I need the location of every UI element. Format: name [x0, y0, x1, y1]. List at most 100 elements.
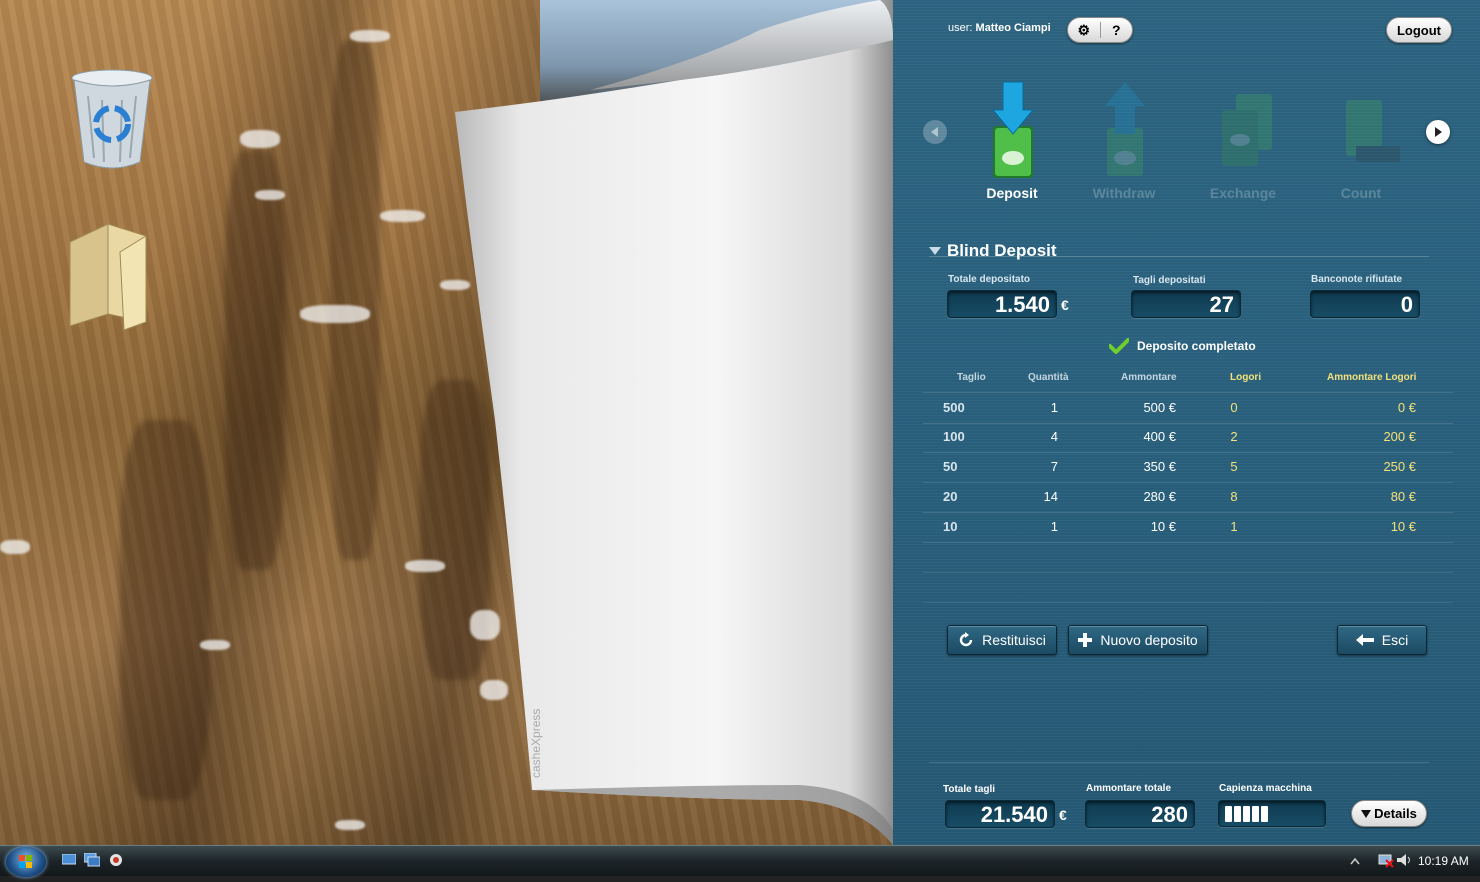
operation-label: Deposit	[986, 185, 1038, 201]
operation-deposit[interactable]: Deposit	[957, 80, 1067, 210]
capacity-bar-segment	[1225, 806, 1232, 822]
table-cell: 100	[943, 429, 965, 444]
triangle-down-icon	[1361, 809, 1372, 818]
table-row: 100 4 400 € 2 200 €	[923, 422, 1453, 453]
help-button[interactable]: ?	[1099, 22, 1133, 38]
help-icon: ?	[1111, 22, 1121, 38]
operation-exchange[interactable]: Exchange	[1188, 80, 1298, 210]
tagli-depositati-label: Tagli depositati	[1133, 275, 1206, 286]
table-cell: 2	[1230, 429, 1238, 444]
table-cell: 1	[1050, 400, 1058, 415]
tools-button-group: ⚙ ?	[1067, 17, 1133, 43]
currency-symbol: €	[1061, 297, 1069, 313]
taskbar: 10:19 AM	[0, 845, 1480, 877]
table-cell: 500 €	[1143, 400, 1176, 415]
table-cell: 10	[943, 519, 958, 534]
withdraw-icon	[1105, 82, 1145, 176]
tagli-depositati-value: 27	[1131, 290, 1241, 318]
capacity-bar-segment	[1243, 806, 1250, 822]
table-cell: 280 €	[1143, 489, 1176, 504]
exchange-icon	[1222, 94, 1272, 166]
recycle-bin-icon[interactable]	[70, 66, 154, 174]
esci-button[interactable]: Esci	[1337, 625, 1427, 655]
table-cell: 14	[1043, 489, 1058, 504]
count-icon	[1346, 100, 1400, 162]
table-cell: 400 €	[1143, 429, 1176, 444]
table-cell: 350 €	[1143, 459, 1176, 474]
switch-windows-icon[interactable]	[84, 853, 100, 867]
carousel-next-button[interactable]	[1426, 120, 1450, 144]
chevron-right-icon	[1435, 127, 1442, 137]
folder-icon[interactable]	[68, 222, 148, 334]
table-cell: 500	[943, 400, 965, 415]
start-button[interactable]	[6, 847, 46, 877]
refresh-icon	[959, 632, 973, 647]
app-launcher-icon[interactable]	[108, 852, 124, 868]
table-cell: 10 €	[1150, 519, 1176, 534]
totale-depositato-label: Totale depositato	[948, 274, 1031, 285]
details-label: Details	[1374, 806, 1417, 821]
table-cell: 5	[1230, 459, 1238, 474]
logout-button[interactable]: Logout	[1386, 17, 1452, 43]
table-row: 20 14 280 € 8 80 €	[923, 482, 1453, 513]
banconote-rifiutate-value: 0	[1310, 290, 1420, 318]
settings-button[interactable]: ⚙	[1068, 22, 1100, 39]
section-divider	[929, 256, 1429, 257]
deposit-icon	[991, 81, 1035, 178]
table-cell: 50	[943, 459, 958, 474]
operation-label: Withdraw	[1092, 185, 1156, 201]
gear-icon: ⚙	[1077, 21, 1091, 38]
nuovo-deposito-button[interactable]: Nuovo deposito	[1068, 625, 1208, 655]
table-row: 50 7 350 € 5 250 €	[923, 452, 1453, 483]
user-name: Matteo Ciampi	[975, 22, 1051, 34]
details-button[interactable]: Details	[1351, 800, 1427, 827]
table-cell: 1	[1230, 519, 1238, 534]
table-cell: 1	[1050, 519, 1058, 534]
esci-label: Esci	[1381, 632, 1409, 648]
restituisci-label: Restituisci	[982, 632, 1046, 648]
totale-tagli-value: 21.540	[945, 800, 1055, 828]
capacity-bar-segment	[1252, 806, 1259, 822]
collapse-triangle-icon[interactable]	[929, 247, 941, 255]
capienza-macchina-gauge	[1218, 800, 1326, 827]
table-cell: 250 €	[1383, 459, 1416, 474]
arrow-left-icon	[1355, 634, 1374, 646]
column-header: Logori	[1230, 372, 1262, 383]
nuovo-deposito-label: Nuovo deposito	[1100, 632, 1198, 648]
network-icon[interactable]	[1378, 852, 1394, 868]
carousel-prev-button[interactable]	[923, 120, 947, 144]
table-cell: 0 €	[1397, 400, 1416, 415]
footer-divider	[929, 762, 1429, 763]
user-info: user: Matteo Ciampi	[948, 22, 1051, 34]
column-header: Ammontare Logori	[1327, 372, 1417, 383]
table-cell: 0	[1230, 400, 1238, 415]
table-cell: 200 €	[1383, 429, 1416, 444]
restituisci-button[interactable]: Restituisci	[947, 625, 1057, 655]
taskbar-clock[interactable]: 10:19 AM	[1418, 854, 1469, 868]
table-cell: 20	[943, 489, 958, 504]
operation-label: Exchange	[1209, 185, 1277, 201]
user-prefix: user:	[948, 22, 973, 34]
capacity-bar-segment	[1234, 806, 1241, 822]
chevron-up-icon[interactable]	[1350, 856, 1360, 866]
table-cell: 7	[1050, 459, 1058, 474]
table-cell: 10 €	[1390, 519, 1416, 534]
operation-label: Count	[1340, 185, 1382, 201]
status-row: Deposito completato	[1109, 338, 1256, 354]
volume-icon[interactable]	[1396, 852, 1412, 868]
totale-depositato-value: 1.540	[947, 290, 1057, 318]
table-cell: 80 €	[1390, 489, 1416, 504]
show-desktop-icon[interactable]	[62, 854, 76, 866]
status-text: Deposito completato	[1137, 339, 1256, 353]
table-cell: 4	[1050, 429, 1058, 444]
totale-tagli-label: Totale tagli	[943, 784, 996, 795]
ammontare-totale-value: 280	[1085, 800, 1195, 828]
capienza-macchina-label: Capienza macchina	[1219, 783, 1312, 794]
currency-symbol: €	[1059, 807, 1067, 823]
operation-withdraw[interactable]: Withdraw	[1069, 80, 1179, 210]
operation-count[interactable]: Count	[1306, 80, 1416, 210]
windows-logo-icon	[19, 855, 32, 868]
table-row: 10 1 10 € 1 10 €	[923, 512, 1453, 543]
column-header: Quantità	[1028, 372, 1069, 383]
app-panel: user: Matteo Ciampi ⚙ ? Logout Deposit W…	[893, 0, 1480, 845]
